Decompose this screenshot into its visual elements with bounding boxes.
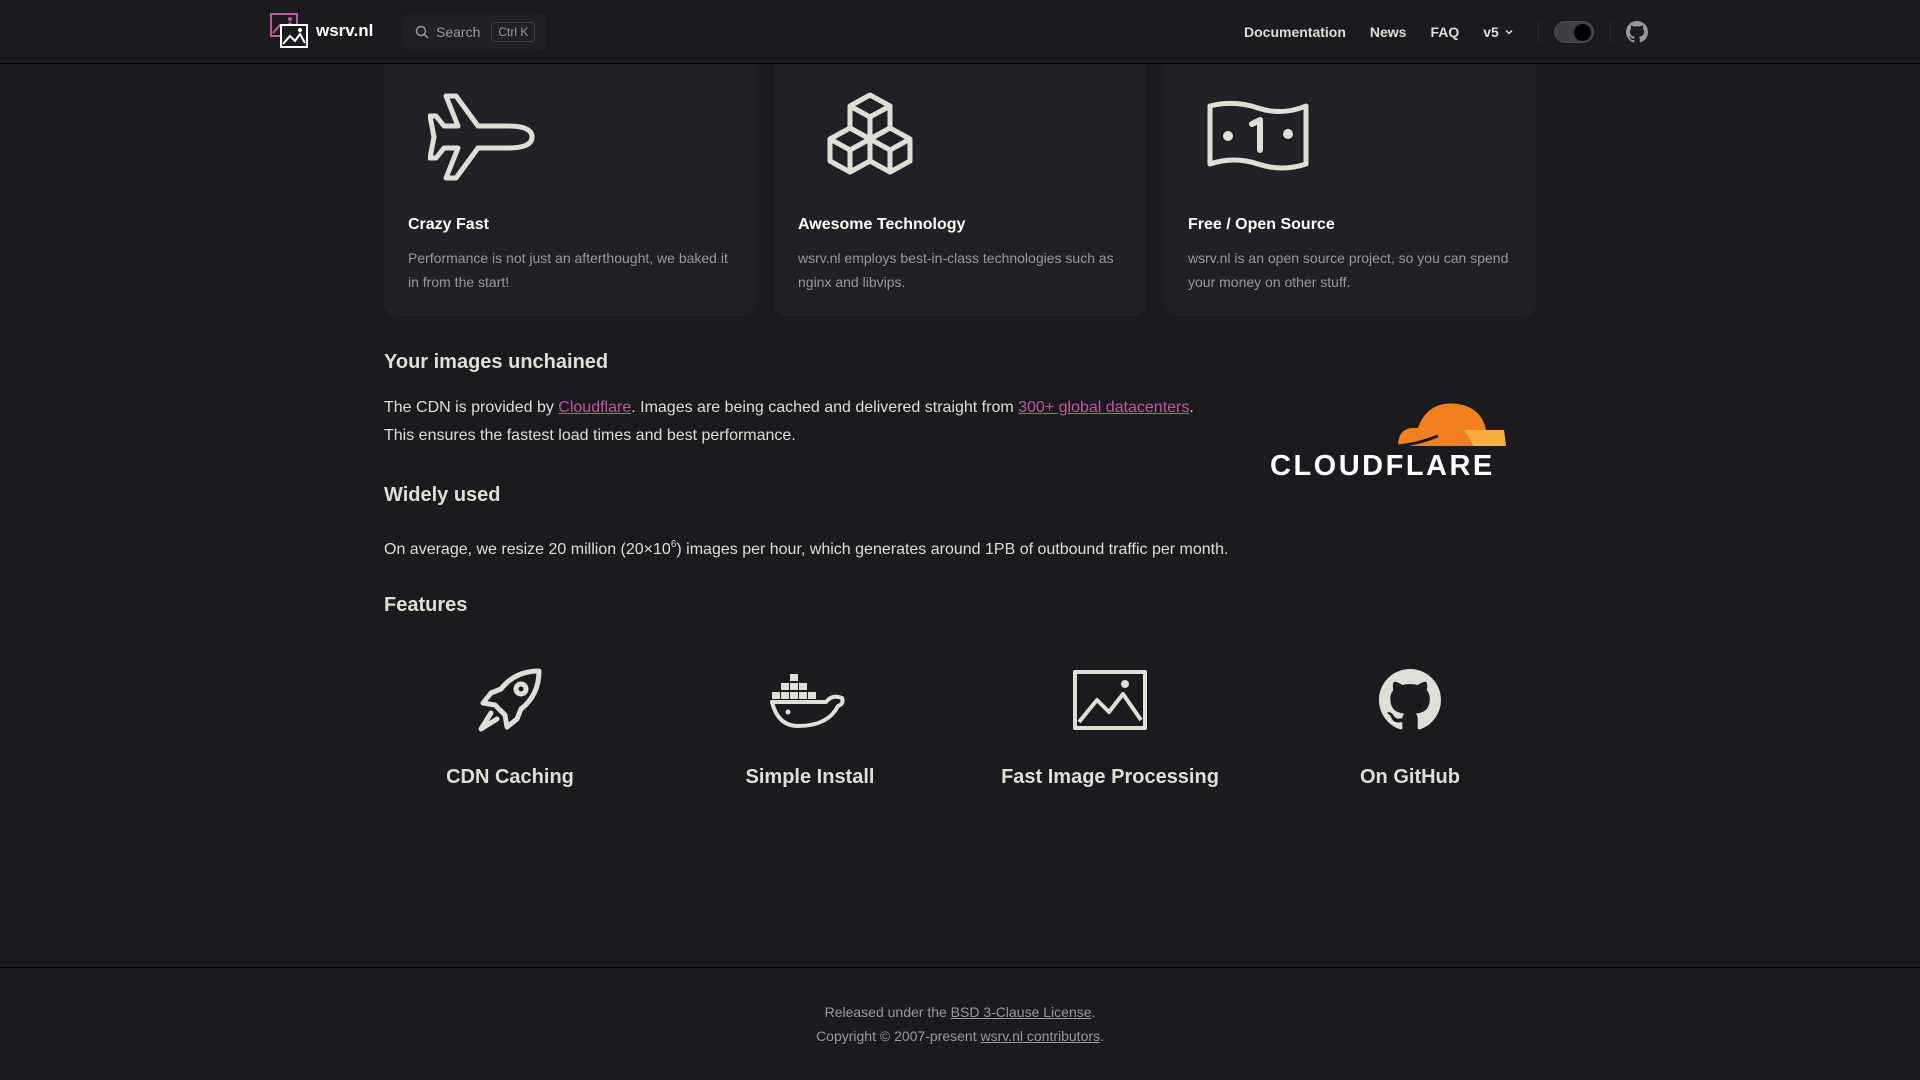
feature-label: Simple Install (745, 766, 875, 788)
cloudflare-link[interactable]: Cloudflare (558, 399, 631, 416)
feature-card-awesome-technology: Awesome Technology wsrv.nl employs best-… (774, 64, 1146, 316)
nav-links: Documentation News FAQ v5 (1244, 0, 1514, 64)
datacenters-link[interactable]: 300+ global datacenters (1018, 399, 1189, 416)
top-navbar: wsrv.nl Search Ctrl K Documentation News… (0, 0, 1920, 64)
license-link[interactable]: BSD 3-Clause License (951, 1004, 1092, 1020)
search-button[interactable]: Search Ctrl K (403, 14, 547, 50)
paragraph-text: On average, we resize 20 million (20×10 (384, 541, 671, 558)
chevron-down-icon (1505, 29, 1513, 35)
paragraph-text: The CDN is provided by (384, 399, 559, 416)
docker-icon (770, 674, 845, 728)
footer: Released under the BSD 3-Clause License.… (0, 967, 1920, 1080)
unchained-paragraph: The CDN is provided by Cloudflare. Image… (384, 394, 1264, 450)
theme-toggle-knob (1574, 24, 1591, 41)
feature-fast-image-processing: Fast Image Processing (960, 660, 1260, 789)
github-icon (1379, 669, 1441, 730)
airplane-icon (428, 93, 535, 181)
nav-divider (1610, 22, 1611, 42)
widely-used-paragraph: On average, we resize 20 million (20×106… (384, 531, 1228, 564)
card-description: Performance is not just an afterthought,… (408, 250, 728, 290)
footer-license-line: Released under the BSD 3-Clause License. (0, 1000, 1920, 1024)
site-name: wsrv.nl (316, 21, 374, 40)
feature-label: CDN Caching (446, 766, 574, 788)
nav-divider (1538, 22, 1539, 42)
feature-label: On GitHub (1360, 766, 1460, 788)
section-heading-features: Features (384, 594, 468, 616)
logo-icon (270, 13, 308, 48)
github-icon (1626, 21, 1648, 43)
paragraph-text: ) images per hour, which generates aroun… (676, 541, 1229, 558)
feature-cdn-caching: CDN Caching (360, 660, 660, 789)
search-shortcut: Ctrl K (491, 22, 536, 42)
rocket-icon (478, 668, 542, 732)
feature-on-github: On GitHub (1260, 660, 1560, 789)
card-description: wsrv.nl employs best-in-class technologi… (798, 250, 1114, 290)
version-dropdown[interactable]: v5 (1483, 24, 1514, 40)
version-label: v5 (1483, 24, 1499, 40)
paragraph-text: . (1189, 399, 1194, 416)
cloudflare-logo: CLOUDFLARE (1270, 403, 1506, 480)
feature-simple-install: Simple Install (660, 660, 960, 789)
nav-link-documentation[interactable]: Documentation (1244, 24, 1346, 40)
section-heading-unchained: Your images unchained (384, 351, 609, 373)
paragraph-text: . Images are being cached and delivered … (631, 399, 1019, 416)
search-label: Search (436, 24, 481, 40)
footer-text: . (1100, 1028, 1104, 1044)
github-nav-link[interactable] (1626, 21, 1648, 48)
theme-toggle[interactable] (1554, 21, 1594, 43)
footer-copyright-line: Copyright © 2007-present wsrv.nl contrib… (0, 1024, 1920, 1048)
paragraph-text: This ensures the fastest load times and … (384, 427, 796, 444)
feature-card-free-open-source: Free / Open Source wsrv.nl is an open so… (1164, 64, 1536, 316)
search-icon (415, 25, 429, 39)
feature-label: Fast Image Processing (1001, 766, 1219, 788)
card-description: wsrv.nl is an open source project, so yo… (1188, 250, 1509, 290)
card-title: Crazy Fast (408, 216, 489, 233)
feature-card-crazy-fast: Crazy Fast Performance is not just an af… (384, 64, 756, 316)
section-heading-widely-used: Widely used (384, 484, 501, 506)
nav-link-faq[interactable]: FAQ (1430, 24, 1459, 40)
contributors-link[interactable]: wsrv.nl contributors (980, 1028, 1100, 1044)
card-title: Awesome Technology (798, 216, 966, 233)
cubes-icon (827, 92, 913, 175)
footer-text: . (1091, 1004, 1096, 1020)
image-icon (1073, 670, 1147, 730)
site-logo-link[interactable]: wsrv.nl (270, 13, 373, 49)
footer-text: Copyright © 2007-present (816, 1028, 981, 1044)
money-bill-icon (1207, 100, 1309, 171)
nav-link-news[interactable]: News (1370, 24, 1407, 40)
card-title: Free / Open Source (1188, 216, 1335, 233)
cloudflare-wordmark: CLOUDFLARE (1270, 450, 1495, 480)
footer-text: Released under the (824, 1004, 951, 1020)
